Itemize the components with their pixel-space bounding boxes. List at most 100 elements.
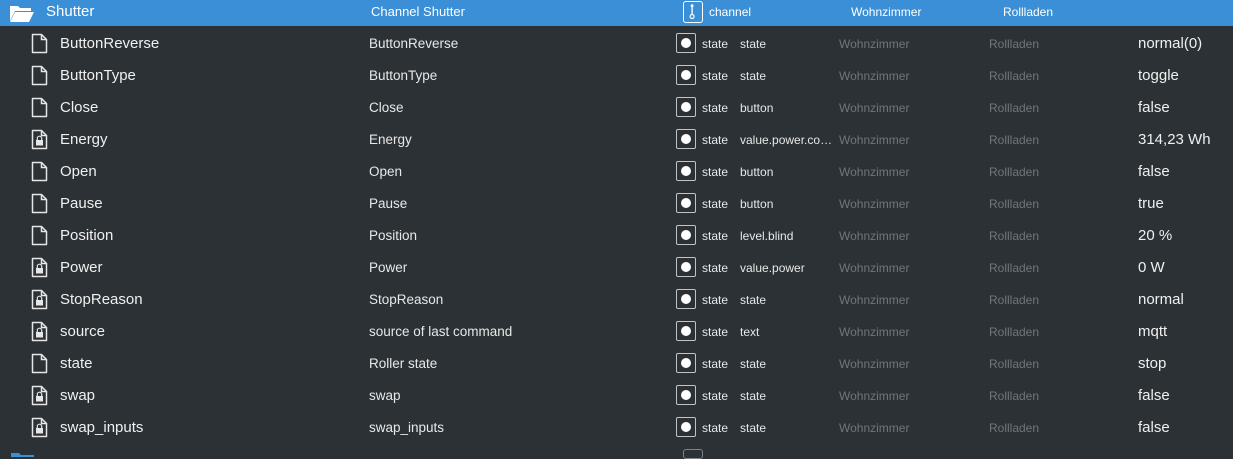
state-function: Rollladen xyxy=(989,261,1040,275)
state-role: state xyxy=(740,389,767,403)
state-value[interactable]: toggle xyxy=(1138,67,1179,84)
file-icon xyxy=(31,225,48,246)
state-object-icon[interactable] xyxy=(676,385,696,405)
state-row[interactable]: StopReason StopReason state state Wohnzimmer… xyxy=(0,283,1233,315)
state-row[interactable]: ButtonReverse ButtonReverse state state Wohn… xyxy=(0,27,1233,59)
state-value[interactable]: true xyxy=(1138,195,1164,212)
state-type: state xyxy=(702,421,729,435)
state-room: Wohnzimmer xyxy=(839,69,910,83)
file-lock-icon xyxy=(31,321,48,342)
state-role: value.power xyxy=(740,261,805,275)
state-role: value.power.con... xyxy=(740,133,836,147)
state-row[interactable]: Open Open state button Wohnzimmer Rollladen fa… xyxy=(0,155,1233,187)
state-value[interactable]: 0 W xyxy=(1138,259,1165,276)
state-role: text xyxy=(740,325,760,339)
state-function: Rollladen xyxy=(989,133,1040,147)
state-role: state xyxy=(740,69,767,83)
folder-icon[interactable] xyxy=(10,447,36,457)
state-value[interactable]: 314,23 Wh xyxy=(1138,131,1211,148)
state-row[interactable]: swap_inputs swap_inputs state state Wohnzimm… xyxy=(0,411,1233,443)
state-name: swap xyxy=(60,387,96,404)
channel-name: Shutter xyxy=(46,3,95,20)
state-value[interactable]: false xyxy=(1138,387,1170,404)
state-type: state xyxy=(702,261,729,275)
state-title: ButtonType xyxy=(369,68,438,83)
file-icon xyxy=(31,353,48,374)
file-lock-icon xyxy=(31,417,48,438)
state-object-icon[interactable] xyxy=(676,289,696,309)
state-value[interactable]: normal xyxy=(1138,291,1184,308)
state-object-icon[interactable] xyxy=(676,97,696,117)
state-role: state xyxy=(740,421,767,435)
file-icon xyxy=(31,161,48,182)
channel-row-shutter[interactable]: Shutter Channel Shutter channel Wohnzimm… xyxy=(0,0,1233,26)
state-type: state xyxy=(702,389,729,403)
file-lock-icon xyxy=(31,385,48,406)
state-object-icon[interactable] xyxy=(676,193,696,213)
state-room: Wohnzimmer xyxy=(839,101,910,115)
state-object-icon[interactable] xyxy=(676,65,696,85)
state-type: state xyxy=(702,101,729,115)
state-row[interactable]: Position Position state level.blind Wohnzimm… xyxy=(0,219,1233,251)
state-title: Power xyxy=(369,260,408,275)
state-function: Rollladen xyxy=(989,325,1040,339)
state-role: button xyxy=(740,101,774,115)
state-object-icon[interactable] xyxy=(676,321,696,341)
state-name: source xyxy=(60,323,106,340)
state-value[interactable]: false xyxy=(1138,163,1170,180)
state-value[interactable]: normal(0) xyxy=(1138,35,1202,52)
state-title: Roller state xyxy=(369,356,438,371)
file-lock-icon xyxy=(31,129,48,150)
state-room: Wohnzimmer xyxy=(839,389,910,403)
state-title: ButtonReverse xyxy=(369,36,459,51)
state-object-icon[interactable] xyxy=(676,161,696,181)
state-title: Open xyxy=(369,164,403,179)
state-value[interactable]: mqtt xyxy=(1138,323,1167,340)
state-title: swap_inputs xyxy=(369,420,445,435)
state-title: swap xyxy=(369,388,401,403)
state-role: button xyxy=(740,165,774,179)
state-row[interactable]: swap swap state state Wohnzimmer Rollladen fal… xyxy=(0,379,1233,411)
state-object-icon[interactable] xyxy=(676,33,696,53)
state-value[interactable]: false xyxy=(1138,419,1170,436)
state-name: Close xyxy=(60,99,99,116)
state-function: Rollladen xyxy=(989,197,1040,211)
state-object-icon[interactable] xyxy=(676,417,696,437)
state-function: Rollladen xyxy=(989,389,1040,403)
state-row[interactable]: Close Close state button Wohnzimmer Rollladen… xyxy=(0,91,1233,123)
state-function: Rollladen xyxy=(989,421,1040,435)
state-function: Rollladen xyxy=(989,37,1040,51)
state-object-icon[interactable] xyxy=(676,257,696,277)
state-object-icon[interactable] xyxy=(676,225,696,245)
state-type: state xyxy=(702,229,729,243)
state-room: Wohnzimmer xyxy=(839,293,910,307)
state-role: button xyxy=(740,197,774,211)
state-title: Pause xyxy=(369,196,408,211)
state-value[interactable]: false xyxy=(1138,99,1170,116)
state-row[interactable]: ButtonType ButtonType state state Wohnzimmer… xyxy=(0,59,1233,91)
state-row[interactable]: Pause Pause state button Wohnzimmer Rollladen… xyxy=(0,187,1233,219)
state-row[interactable]: Power Power state value.power Wohnzimmer Roll… xyxy=(0,251,1233,283)
state-type: state xyxy=(702,325,729,339)
state-function: Rollladen xyxy=(989,229,1040,243)
state-room: Wohnzimmer xyxy=(839,357,910,371)
channel-icon xyxy=(683,449,703,459)
state-function: Rollladen xyxy=(989,101,1040,115)
state-function: Rollladen xyxy=(989,357,1040,371)
state-name: StopReason xyxy=(60,291,143,308)
channel-type: channel xyxy=(709,5,752,19)
file-lock-icon xyxy=(31,289,48,310)
state-object-icon[interactable] xyxy=(676,129,696,149)
state-type: state xyxy=(702,165,729,179)
state-row[interactable]: source source of last command state text Woh… xyxy=(0,315,1233,347)
state-room: Wohnzimmer xyxy=(839,261,910,275)
state-value[interactable]: 20 % xyxy=(1138,227,1172,244)
folder-open-icon[interactable] xyxy=(9,3,35,23)
state-title: source of last command xyxy=(369,324,513,339)
state-row[interactable]: Energy Energy state value.power.con... Wohnz… xyxy=(0,123,1233,155)
state-object-icon[interactable] xyxy=(676,353,696,373)
state-name: Energy xyxy=(60,131,108,148)
state-value[interactable]: stop xyxy=(1138,355,1166,372)
state-row[interactable]: state Roller state state state Wohnzimmer Rol… xyxy=(0,347,1233,379)
state-title: Close xyxy=(369,100,404,115)
